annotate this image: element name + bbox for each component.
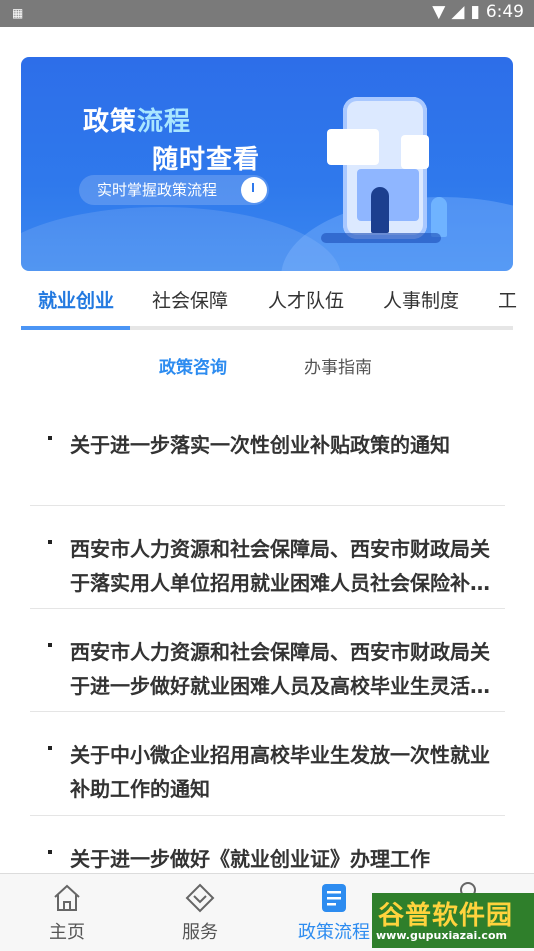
person-illustration <box>371 187 389 233</box>
bullet-icon <box>48 850 52 854</box>
bullet-icon <box>48 746 52 750</box>
tab-social-security[interactable]: 社会保障 <box>152 286 228 313</box>
status-icons: ▼ ◢ ▮ 6:49 <box>432 2 524 22</box>
tab-talent-team[interactable]: 人才队伍 <box>268 286 344 313</box>
list-item[interactable]: 关于中小微企业招用高校毕业生发放一次性就业补助工作的通知 <box>30 738 505 816</box>
sim-icon: ▦ <box>12 6 24 20</box>
promo-banner[interactable]: 政策流程 随时查看 实时掌握政策流程 <box>21 57 513 271</box>
tab-employment[interactable]: 就业创业 <box>38 286 114 313</box>
clock-icon <box>241 177 267 203</box>
status-bar: ▦ ▼ ◢ ▮ 6:49 <box>0 0 534 27</box>
nav-policy-label: 政策流程 <box>298 922 370 943</box>
list-item-title: 西安市人力资源和社会保障局、西安市财政局关于落实用人单位招用就业困难人员社会保险… <box>70 537 490 595</box>
nav-service[interactable]: 服务 <box>150 874 250 951</box>
bullet-icon <box>48 643 52 647</box>
signal-icon: ◢ <box>451 2 465 22</box>
tab-more[interactable]: 工 <box>498 286 517 313</box>
watermark-url: www.gupuxiazai.com <box>376 929 507 942</box>
illustration-card <box>327 129 379 165</box>
clock-time: 6:49 <box>485 2 524 22</box>
watermark-text: 谷普软件园 <box>378 901 514 931</box>
policy-document-icon <box>322 884 346 912</box>
list-item[interactable]: 西安市人力资源和社会保障局、西安市财政局关于落实用人单位招用就业困难人员社会保险… <box>30 532 505 609</box>
banner-pill: 实时掌握政策流程 <box>79 175 269 205</box>
nav-service-label: 服务 <box>182 922 218 943</box>
home-icon <box>54 884 80 911</box>
list-item[interactable]: 关于进一步做好《就业创业证》办理工作 <box>30 842 505 873</box>
list-item-title: 西安市人力资源和社会保障局、西安市财政局关于进一步做好就业困难人员及高校毕业生灵… <box>70 640 490 698</box>
list-item-title: 关于进一步做好《就业创业证》办理工作 <box>70 847 430 871</box>
nav-policy-process[interactable]: 政策流程 <box>284 874 384 951</box>
battery-icon: ▮ <box>470 2 480 22</box>
watermark-logo: 谷普软件园 www.gupuxiazai.com <box>372 893 534 948</box>
list-item-title: 关于进一步落实一次性创业补贴政策的通知 <box>70 433 450 457</box>
category-tabs: 就业创业 社会保障 人才队伍 人事制度 工 <box>0 276 534 330</box>
list-item[interactable]: 关于进一步落实一次性创业补贴政策的通知 <box>30 428 505 506</box>
service-icon <box>185 883 215 913</box>
nav-home[interactable]: 主页 <box>17 874 117 951</box>
illustration-base <box>321 233 441 243</box>
wifi-icon: ▼ <box>432 2 446 22</box>
bullet-icon <box>48 436 52 440</box>
plant-illustration <box>431 197 447 237</box>
tab-personnel-system[interactable]: 人事制度 <box>383 286 459 313</box>
list-item-title: 关于中小微企业招用高校毕业生发放一次性就业补助工作的通知 <box>70 743 490 801</box>
nav-home-label: 主页 <box>49 922 85 943</box>
illustration-card <box>401 135 429 169</box>
banner-title: 政策流程 <box>83 107 192 137</box>
bullet-icon <box>48 540 52 544</box>
subtab-service-guide[interactable]: 办事指南 <box>304 353 372 378</box>
tab-indicator <box>21 326 130 330</box>
subtab-policy-consult[interactable]: 政策咨询 <box>159 353 227 378</box>
list-item[interactable]: 西安市人力资源和社会保障局、西安市财政局关于进一步做好就业困难人员及高校毕业生灵… <box>30 635 505 712</box>
banner-subtitle: 随时查看 <box>152 145 261 175</box>
